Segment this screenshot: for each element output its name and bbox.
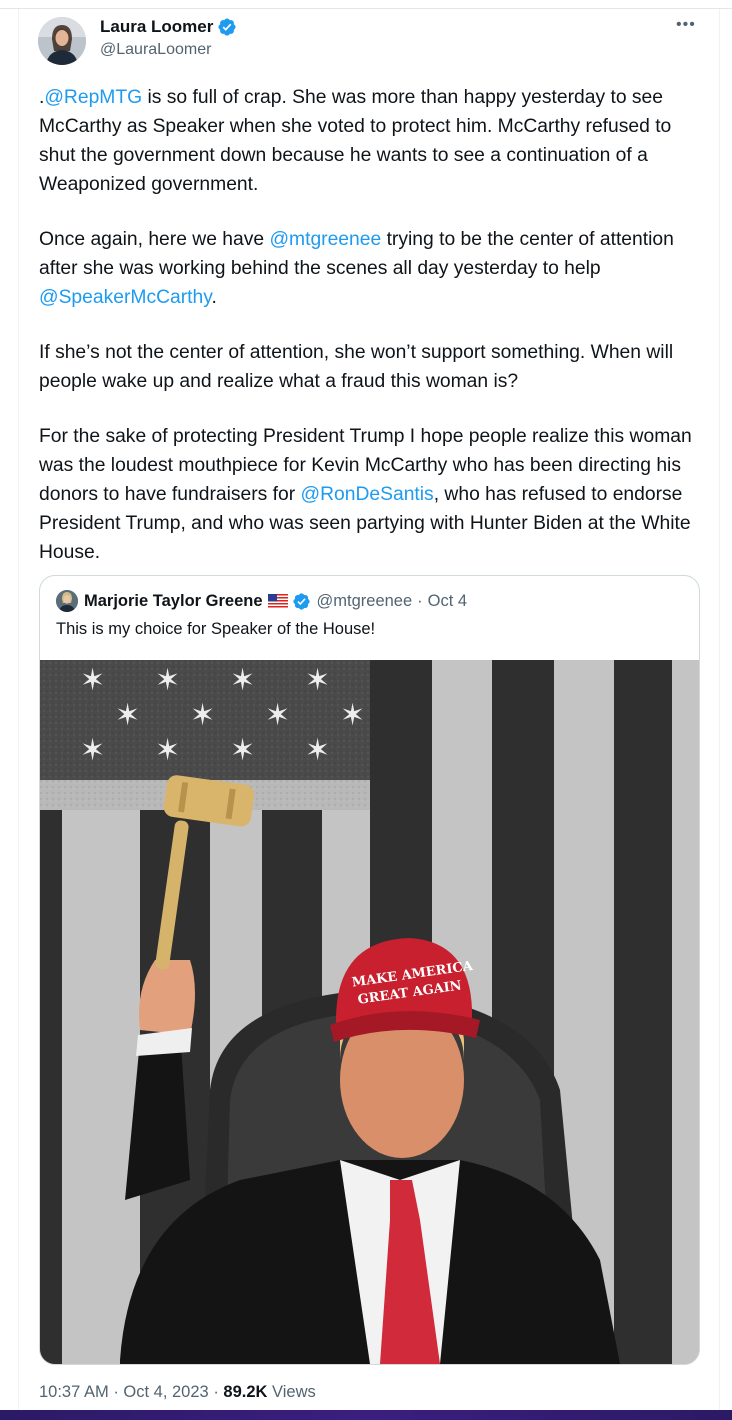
tweet-paragraph: Once again, here we have @mtgreenee tryi…	[39, 225, 709, 312]
svg-text:✶: ✶	[155, 733, 180, 768]
svg-text:✶: ✶	[190, 698, 215, 733]
tweet-paragraph: For the sake of protecting President Tru…	[39, 422, 709, 567]
svg-text:✶: ✶	[80, 733, 105, 768]
bottom-bar	[0, 1410, 732, 1420]
svg-text:✶: ✶	[230, 733, 255, 768]
svg-text:✶: ✶	[305, 733, 330, 768]
us-flag-icon	[267, 594, 288, 608]
quoted-author-avatar	[56, 590, 78, 612]
quoted-verified-badge-icon	[292, 592, 310, 610]
quoted-date: Oct 4	[427, 591, 468, 610]
tweet-paragraph: If she’s not the center of attention, sh…	[39, 338, 709, 396]
quoted-author-handle: @mtgreenee	[316, 591, 413, 610]
svg-text:✶: ✶	[115, 698, 140, 733]
svg-text:✶: ✶	[80, 663, 105, 698]
quoted-separator: ·	[417, 591, 423, 610]
quoted-tweet-text: This is my choice for Speaker of the Hou…	[56, 620, 376, 638]
tweet-text-segment: .	[211, 287, 217, 308]
meta-separator: ·	[213, 1383, 219, 1401]
views-count: 89.2K	[223, 1383, 268, 1401]
views-label: Views	[272, 1383, 316, 1401]
mention-link[interactable]: @RepMTG	[44, 87, 142, 108]
more-options-icon[interactable]: •••	[676, 16, 696, 34]
author-handle[interactable]: @LauraLoomer	[100, 41, 211, 59]
tweet-time[interactable]: 10:37 AM	[39, 1383, 109, 1401]
tweet-date[interactable]: Oct 4, 2023	[123, 1383, 208, 1401]
tweet-meta: 10:37 AM · Oct 4, 2023 · 89.2K Views	[39, 1383, 316, 1402]
quoted-author-name: Marjorie Taylor Greene	[84, 591, 263, 610]
svg-text:✶: ✶	[305, 663, 330, 698]
meta-separator: ·	[113, 1383, 119, 1401]
quoted-tweet[interactable]: Marjorie Taylor Greene @mtgreenee · Oct …	[39, 575, 700, 1365]
svg-text:✶: ✶	[340, 698, 365, 733]
author-name[interactable]: Laura Loomer	[100, 17, 237, 37]
mention-link[interactable]: @RonDeSantis	[301, 484, 434, 505]
tweet-text: .@RepMTG is so full of crap. She was mor…	[39, 83, 709, 593]
svg-text:✶: ✶	[155, 663, 180, 698]
tweet-text-segment: If she’s not the center of attention, sh…	[39, 342, 674, 392]
svg-text:✶: ✶	[230, 663, 255, 698]
tweet-text-segment: Once again, here we have	[39, 229, 270, 250]
author-name-text: Laura Loomer	[100, 17, 214, 36]
mention-link[interactable]: @SpeakerMcCarthy	[39, 287, 211, 308]
mention-link[interactable]: @mtgreenee	[269, 229, 381, 250]
tweet-paragraph: .@RepMTG is so full of crap. She was mor…	[39, 83, 709, 199]
svg-text:✶: ✶	[265, 698, 290, 733]
author-avatar[interactable]	[38, 17, 86, 65]
quoted-tweet-image[interactable]: ✶ ✶ ✶ ✶ ✶ ✶ ✶ ✶ ✶ ✶ ✶ ✶ MAKE AMERICA GREAT AGAIN	[40, 660, 699, 1364]
verified-badge-icon	[218, 18, 236, 36]
quoted-tweet-header: Marjorie Taylor Greene @mtgreenee · Oct …	[56, 590, 467, 612]
